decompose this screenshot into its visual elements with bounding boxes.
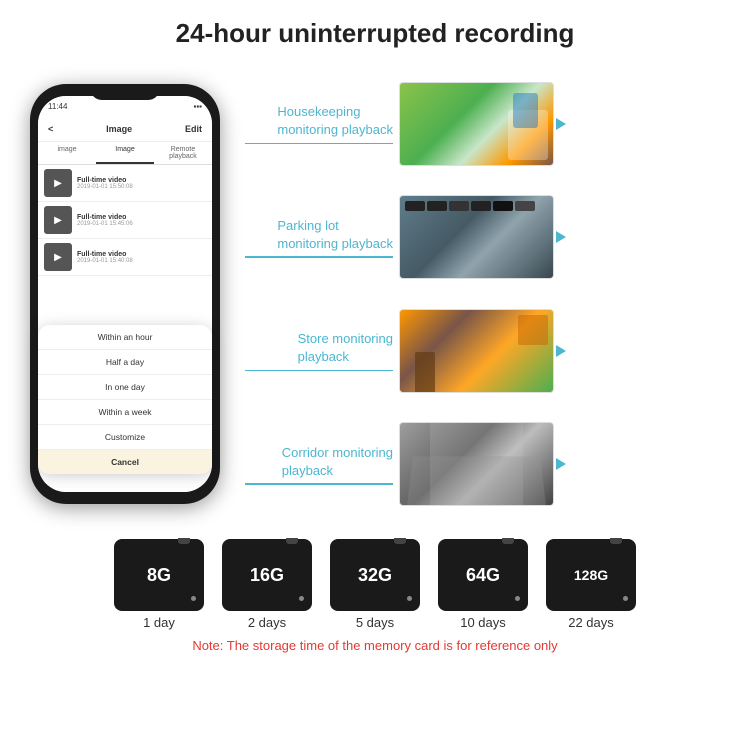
tab-image[interactable]: image — [38, 142, 96, 164]
video-date-3: 2019-01-01 15:40:08 — [77, 258, 206, 264]
phone-time: 11:44 — [48, 102, 67, 111]
phone-notch — [90, 84, 160, 100]
tab-remote-playback[interactable]: Remote playback — [154, 142, 212, 164]
monitoring-img-wrapper-1 — [399, 82, 554, 166]
phone-nav-title: Image — [106, 124, 132, 134]
dropdown-item-4[interactable]: Within a week — [38, 400, 212, 425]
video-title-2: Full-time video — [77, 214, 206, 221]
sd-days-32g: 5 days — [356, 615, 394, 630]
phone-back[interactable]: < — [48, 124, 53, 134]
phone-mockup: 11:44 ▪▪▪ < Image Edit image Image Remot… — [30, 84, 220, 504]
video-item-2[interactable]: ▶ Full-time video 2019-01-01 15:45:06 — [38, 202, 212, 239]
sd-card-item-128g: 128G 22 days — [546, 539, 636, 630]
hline-2 — [245, 256, 393, 258]
arrow-icon-1 — [556, 118, 566, 130]
monitoring-img-parking — [399, 195, 554, 279]
sd-card-size-32g: 32G — [358, 565, 392, 586]
sd-card-8g: 8G — [114, 539, 204, 611]
dropdown-item-2[interactable]: Half a day — [38, 350, 212, 375]
main-content: 11:44 ▪▪▪ < Image Edit image Image Remot… — [0, 59, 750, 529]
video-info-3: Full-time video 2019-01-01 15:40:08 — [77, 251, 206, 264]
sd-card-item-32g: 32G 5 days — [330, 539, 420, 630]
sd-cards-row: 8G 1 day 16G 2 days 32G 5 days 64G — [114, 539, 636, 630]
video-thumb-1: ▶ — [44, 169, 72, 197]
video-item-3[interactable]: ▶ Full-time video 2019-01-01 15:40:08 — [38, 239, 212, 276]
sd-card-dot-8g — [191, 596, 196, 601]
monitoring-row-1: Housekeepingmonitoring playback — [245, 82, 730, 166]
phone-screen: 11:44 ▪▪▪ < Image Edit image Image Remot… — [38, 96, 212, 492]
sd-days-8g: 1 day — [143, 615, 175, 630]
page-header: 24-hour uninterrupted recording — [0, 0, 750, 59]
dropdown-item-1[interactable]: Within an hour — [38, 325, 212, 350]
sd-card-item-16g: 16G 2 days — [222, 539, 312, 630]
sd-card-16g: 16G — [222, 539, 312, 611]
storage-note: Note: The storage time of the memory car… — [192, 638, 557, 653]
phone-dropdown-menu: Within an hour Half a day In one day Wit… — [38, 325, 212, 474]
video-title-3: Full-time video — [77, 251, 206, 258]
video-title-1: Full-time video — [77, 177, 206, 184]
phone-nav-bar: < Image Edit — [38, 116, 212, 142]
phone-section: 11:44 ▪▪▪ < Image Edit image Image Remot… — [20, 59, 230, 529]
sd-card-size-8g: 8G — [147, 565, 171, 586]
video-date-1: 2019-01-01 15:50:08 — [77, 184, 206, 190]
video-info-2: Full-time video 2019-01-01 15:45:06 — [77, 214, 206, 227]
monitoring-row-4: Corridor monitoringplayback — [245, 422, 730, 506]
monitoring-img-store — [399, 309, 554, 393]
hline-3 — [245, 370, 393, 372]
sd-card-64g: 64G — [438, 539, 528, 611]
video-info-1: Full-time video 2019-01-01 15:50:08 — [77, 177, 206, 190]
video-thumb-2: ▶ — [44, 206, 72, 234]
arrow-icon-2 — [556, 231, 566, 243]
monitoring-label-2: Parking lotmonitoring playback — [277, 217, 393, 252]
monitoring-img-wrapper-2 — [399, 195, 554, 279]
monitoring-label-1: Housekeepingmonitoring playback — [277, 103, 393, 138]
arrow-icon-3 — [556, 345, 566, 357]
sd-days-64g: 10 days — [460, 615, 506, 630]
dropdown-item-5[interactable]: Customize — [38, 425, 212, 450]
arrow-icon-4 — [556, 458, 566, 470]
monitoring-section: Housekeepingmonitoring playback Parking … — [240, 59, 730, 529]
sd-card-dot-128g — [623, 596, 628, 601]
sd-card-size-64g: 64G — [466, 565, 500, 586]
sd-card-dot-16g — [299, 596, 304, 601]
hline-1 — [245, 143, 393, 145]
phone-tabs: image Image Remote playback — [38, 142, 212, 165]
storage-section: 8G 1 day 16G 2 days 32G 5 days 64G — [0, 529, 750, 658]
monitoring-row-3: Store monitoringplayback — [245, 309, 730, 393]
sd-card-128g: 128G — [546, 539, 636, 611]
monitoring-img-kids — [399, 82, 554, 166]
phone-edit[interactable]: Edit — [185, 124, 202, 134]
monitoring-img-corridor — [399, 422, 554, 506]
monitoring-label-3: Store monitoringplayback — [298, 330, 393, 365]
page-title: 24-hour uninterrupted recording — [10, 18, 740, 49]
sd-days-128g: 22 days — [568, 615, 614, 630]
sd-card-32g: 32G — [330, 539, 420, 611]
phone-icons: ▪▪▪ — [193, 102, 202, 111]
sd-card-item-8g: 8G 1 day — [114, 539, 204, 630]
monitoring-row-2: Parking lotmonitoring playback — [245, 195, 730, 279]
sd-card-dot-32g — [407, 596, 412, 601]
sd-days-16g: 2 days — [248, 615, 286, 630]
sd-card-size-128g: 128G — [574, 567, 608, 583]
dropdown-item-3[interactable]: In one day — [38, 375, 212, 400]
video-thumb-3: ▶ — [44, 243, 72, 271]
monitoring-img-wrapper-4 — [399, 422, 554, 506]
video-date-2: 2019-01-01 15:45:06 — [77, 221, 206, 227]
sd-card-dot-64g — [515, 596, 520, 601]
video-item-1[interactable]: ▶ Full-time video 2019-01-01 15:50:08 — [38, 165, 212, 202]
monitoring-label-4: Corridor monitoringplayback — [282, 444, 393, 479]
tab-image-active[interactable]: Image — [96, 142, 154, 164]
dropdown-cancel[interactable]: Cancel — [38, 450, 212, 474]
hline-4 — [245, 483, 393, 485]
sd-card-item-64g: 64G 10 days — [438, 539, 528, 630]
monitoring-img-wrapper-3 — [399, 309, 554, 393]
sd-card-size-16g: 16G — [250, 565, 284, 586]
